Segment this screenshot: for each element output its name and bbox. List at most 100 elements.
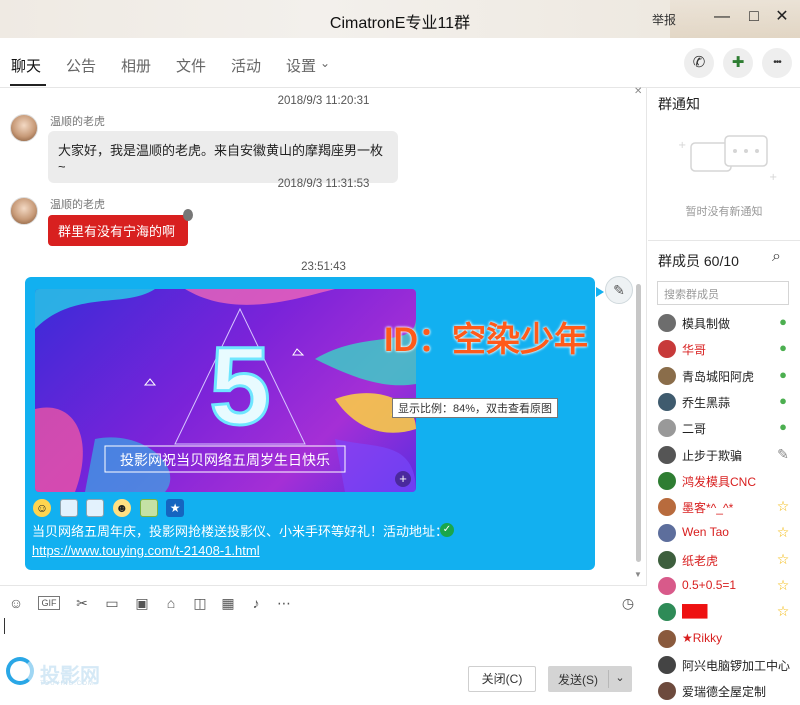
chevron-down-icon[interactable]: ⌄ xyxy=(610,671,630,684)
search-icon[interactable]: ⌕ xyxy=(772,248,781,266)
tab-settings[interactable]: 设置 xyxy=(286,55,316,76)
member-item[interactable]: 鸿发模具CNC xyxy=(658,470,798,496)
scroll-down-arrow-icon[interactable]: ▼ xyxy=(634,570,642,579)
message-timestamp: 2018/9/3 11:31:53 xyxy=(277,178,370,190)
avatar[interactable] xyxy=(658,314,676,332)
member-name: ★Rikky xyxy=(682,630,723,645)
member-item[interactable]: 华哥 ● xyxy=(658,338,798,364)
emoji-icon[interactable]: ☺ xyxy=(7,594,25,612)
member-item[interactable]: 爱瑞德全屋定制 xyxy=(658,680,798,705)
report-button[interactable]: 举报 xyxy=(652,11,676,28)
member-name: 纸老虎 xyxy=(682,553,719,568)
star-icon: ☆ xyxy=(776,498,790,515)
member-name: 0.5+0.5=1 xyxy=(682,578,737,592)
member-item[interactable]: 青岛城阳阿虎 ● xyxy=(658,365,798,391)
input-toolbar: ☺ GIF ✂ ▭ ▣ ⌂ ◫ ▦ ♪ ⋯ ◷ xyxy=(0,585,647,617)
member-item[interactable]: Wen Tao ☆ xyxy=(658,522,798,548)
member-item[interactable]: ███ ☆ xyxy=(658,601,798,627)
new-message-icon[interactable]: ✚ xyxy=(723,48,753,78)
image-icon[interactable]: ▣ xyxy=(133,594,151,612)
member-search-input[interactable]: 搜索群成员 xyxy=(657,281,789,305)
gift-icon[interactable]: ◫ xyxy=(191,594,209,612)
avatar[interactable] xyxy=(658,524,676,543)
tab-announcement[interactable]: 公告 xyxy=(66,55,96,76)
admin-icon: ● xyxy=(779,392,787,408)
message-link[interactable]: https://www.touying.com/t-21408-1.html xyxy=(32,543,260,558)
member-item[interactable]: 墨客*^_^* ☆ xyxy=(658,496,798,522)
more-icon[interactable]: ⋯ xyxy=(275,594,293,612)
notice-empty-text: 暂时没有新通知 xyxy=(685,206,763,218)
member-item[interactable]: 乔生黑蒜 ● xyxy=(658,391,798,417)
sender-name: 温顺的老虎 xyxy=(50,199,105,211)
avatar[interactable] xyxy=(658,445,676,464)
member-item[interactable]: 纸老虎 ☆ xyxy=(658,549,798,575)
message-text: 当贝网络五周年庆，投影网抢楼送投影仪、小米手环等好礼！活动地址： xyxy=(32,524,449,539)
members-title: 群成员 60/10 xyxy=(658,253,739,269)
avatar[interactable] xyxy=(658,550,676,569)
star-icon: ☆ xyxy=(776,603,790,620)
history-icon[interactable]: ◷ xyxy=(619,594,637,612)
notice-title: 群通知 xyxy=(658,96,700,112)
tab-bar: 聊天 公告 相册 文件 活动 设置 ⌄ ✆ ✚ ••• xyxy=(0,38,800,88)
avatar[interactable] xyxy=(658,366,676,385)
maximize-button[interactable]: □ xyxy=(745,8,763,26)
more-options-icon[interactable]: ••• xyxy=(762,48,792,78)
smile-icon: ☻ xyxy=(112,499,131,517)
star-icon: ☆ xyxy=(776,577,790,593)
member-item[interactable]: ★Rikky xyxy=(658,628,798,654)
edit-icon: ✎ xyxy=(777,445,789,462)
tab-files[interactable]: 文件 xyxy=(176,55,206,76)
title-bar: CimatronE专业11群 举报 — □ ✕ xyxy=(0,0,800,38)
avatar[interactable]: ✎ xyxy=(605,276,633,304)
minimize-button[interactable]: — xyxy=(713,8,731,26)
banner-image[interactable]: 5 投影网祝当贝网络五周岁生日快乐 + xyxy=(35,289,416,492)
avatar[interactable] xyxy=(10,197,38,225)
picture-icon xyxy=(139,499,158,517)
avatar[interactable] xyxy=(10,114,38,142)
send-button[interactable]: 发送(S) ⌄ xyxy=(548,666,632,692)
avatar[interactable] xyxy=(658,419,676,438)
member-item[interactable]: 0.5+0.5=1 ☆ xyxy=(658,575,798,601)
tab-chat[interactable]: 聊天 xyxy=(11,55,41,76)
member-item[interactable]: 模具制做 ● xyxy=(658,312,798,338)
folder-icon[interactable]: ▭ xyxy=(103,594,121,612)
message-bubble-red[interactable]: 群里有没有宁海的啊 xyxy=(48,215,188,246)
tab-album[interactable]: 相册 xyxy=(121,55,151,76)
message-timestamp: 23:51:43 xyxy=(301,261,346,273)
scissors-icon[interactable]: ✂ xyxy=(73,594,91,612)
send-separator xyxy=(608,670,609,688)
avatar[interactable] xyxy=(658,471,676,490)
send-label[interactable]: 发送(S) xyxy=(548,671,608,688)
member-item[interactable]: 二哥 ● xyxy=(658,417,798,443)
admin-icon: ● xyxy=(779,366,787,382)
calendar-icon[interactable]: ▦ xyxy=(219,594,237,612)
avatar[interactable] xyxy=(658,498,676,517)
shop-icon[interactable]: ⌂ xyxy=(162,594,180,612)
gif-icon[interactable]: GIF xyxy=(38,596,60,610)
avatar[interactable] xyxy=(658,392,676,411)
emoji-icon-row: ☺ ☻ ★ xyxy=(33,499,189,519)
chat-scrollbar[interactable] xyxy=(636,284,641,562)
empty-notice-illustration: + + xyxy=(678,135,777,183)
close-button[interactable]: 关闭(C) xyxy=(468,666,536,692)
member-name: 乔生黑蒜 xyxy=(682,395,731,410)
member-item[interactable]: 阿兴电脑锣加工中心 xyxy=(658,654,798,680)
message-bubble[interactable]: 大家好，我是温顺的老虎。来自安徽黄山的摩羯座男一枚~ xyxy=(48,131,398,183)
member-item[interactable]: 止步于欺骗 ✎ xyxy=(658,444,798,470)
expand-icon[interactable]: + xyxy=(395,471,411,487)
avatar[interactable] xyxy=(658,603,676,622)
tab-activities[interactable]: 活动 xyxy=(231,55,261,76)
banner-number: 5 xyxy=(209,325,270,448)
group-sidebar: 群通知 + + 暂时没有新通知 群成员 60/10 ⌕ 搜索群成员 模具制做 ● 华… xyxy=(648,88,800,705)
avatar[interactable] xyxy=(658,682,676,701)
avatar[interactable] xyxy=(658,629,676,648)
avatar[interactable] xyxy=(658,577,676,595)
phone-icon[interactable]: ✆ xyxy=(684,48,714,78)
sidebar-divider xyxy=(648,240,800,241)
avatar[interactable] xyxy=(658,340,676,359)
chevron-down-icon[interactable]: ⌄ xyxy=(320,56,330,70)
admin-icon: ● xyxy=(779,314,787,329)
bell-icon[interactable]: ♪ xyxy=(247,594,265,612)
close-window-button[interactable]: ✕ xyxy=(773,8,791,26)
avatar[interactable] xyxy=(658,655,676,674)
